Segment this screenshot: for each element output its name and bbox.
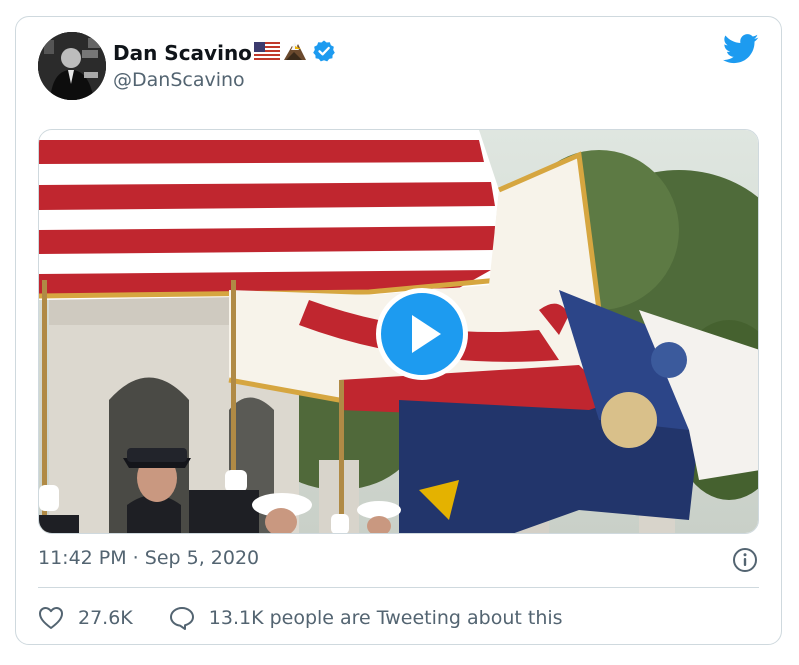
author-display-name[interactable]: Dan Scavino [113, 41, 252, 65]
tweet-actions: 27.6K 13.1K people are Tweeting about th… [38, 601, 563, 635]
tweet-timestamp[interactable]: 11:42 PM · Sep 5, 2020 [38, 547, 259, 569]
info-icon[interactable] [732, 547, 758, 573]
twitter-bird-icon[interactable] [722, 34, 759, 64]
play-button[interactable] [376, 288, 468, 380]
eagle-emoji [282, 40, 308, 66]
like-count: 27.6K [78, 607, 133, 629]
verified-badge-icon [312, 39, 336, 67]
author-name-row[interactable]: Dan Scavino [113, 40, 336, 66]
play-icon [412, 315, 441, 353]
video-player[interactable] [38, 129, 759, 534]
heart-icon [39, 607, 63, 629]
divider [38, 587, 759, 588]
tweet-card[interactable]: Dan Scavino @DanScavino 11:42 PM · Sep 5… [15, 16, 782, 645]
author-handle[interactable]: @DanScavino [113, 69, 245, 91]
tweeting-about-text: 13.1K people are Tweeting about this [208, 607, 563, 629]
tweeting-about-link[interactable]: 13.1K people are Tweeting about this [169, 606, 563, 630]
us-flag-emoji [253, 42, 280, 64]
like-button[interactable]: 27.6K [38, 606, 169, 630]
speech-bubble-icon [169, 607, 194, 630]
avatar[interactable] [38, 32, 106, 100]
